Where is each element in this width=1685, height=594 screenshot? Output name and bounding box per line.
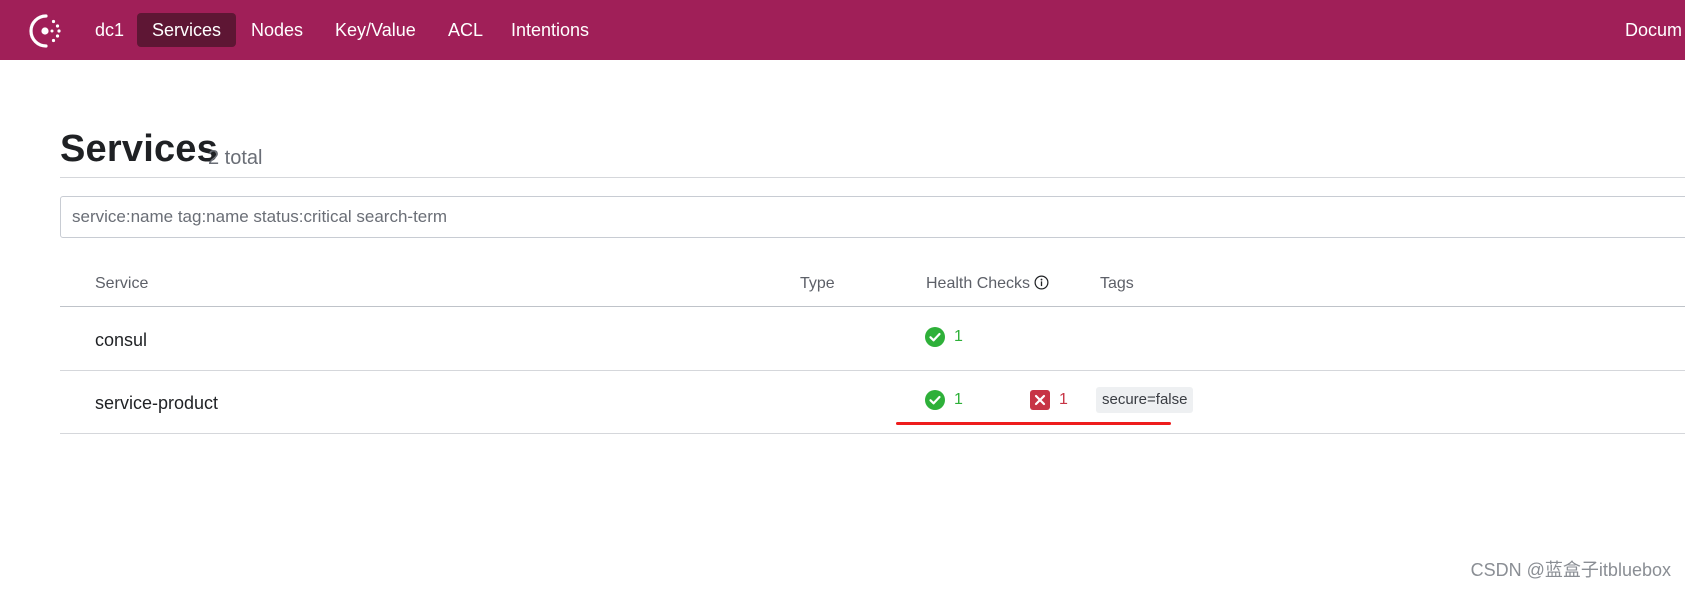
- critical-count: 1: [1059, 391, 1068, 408]
- column-header-service[interactable]: Service: [95, 275, 148, 293]
- consul-logo-icon[interactable]: [28, 13, 64, 49]
- search-input[interactable]: [60, 196, 1685, 238]
- nav-key-value[interactable]: Key/Value: [320, 13, 431, 47]
- row-divider: [60, 433, 1685, 434]
- nav-nodes[interactable]: Nodes: [236, 13, 318, 47]
- annotation-underline: [896, 422, 1171, 425]
- column-header-type[interactable]: Type: [800, 275, 835, 293]
- column-header-tags[interactable]: Tags: [1100, 275, 1134, 293]
- passing-checks-consul: 1: [925, 327, 963, 347]
- table-header-divider: [60, 306, 1685, 307]
- service-tag: secure=false: [1096, 387, 1194, 413]
- check-circle-icon: [925, 390, 945, 410]
- nav-documentation[interactable]: Docum: [1610, 13, 1685, 47]
- datacenter-selector[interactable]: dc1: [80, 13, 139, 47]
- x-square-icon: [1030, 390, 1050, 410]
- passing-checks-service-product: 1: [925, 390, 963, 410]
- check-circle-icon: [925, 327, 945, 347]
- column-header-health-checks[interactable]: Health Checks: [926, 275, 1049, 293]
- header-divider: [60, 177, 1685, 178]
- service-name-service-product[interactable]: service-product: [95, 393, 218, 414]
- watermark: CSDN @蓝盒子itbluebox: [1470, 560, 1671, 580]
- info-icon[interactable]: [1034, 275, 1049, 290]
- nav-services[interactable]: Services: [137, 13, 237, 47]
- critical-checks-service-product: 1: [1030, 390, 1068, 410]
- page-title: Services: [60, 128, 218, 170]
- top-nav-bar: dc1 Services Nodes Key/Value ACL Intenti…: [0, 0, 1685, 60]
- service-count: 2 total: [208, 147, 263, 169]
- service-name-consul[interactable]: consul: [95, 330, 147, 351]
- passing-count: 1: [954, 391, 963, 408]
- row-divider: [60, 370, 1685, 371]
- nav-acl[interactable]: ACL: [433, 13, 498, 47]
- nav-intentions[interactable]: Intentions: [496, 13, 604, 47]
- health-checks-label: Health Checks: [926, 275, 1031, 292]
- passing-count: 1: [954, 328, 963, 345]
